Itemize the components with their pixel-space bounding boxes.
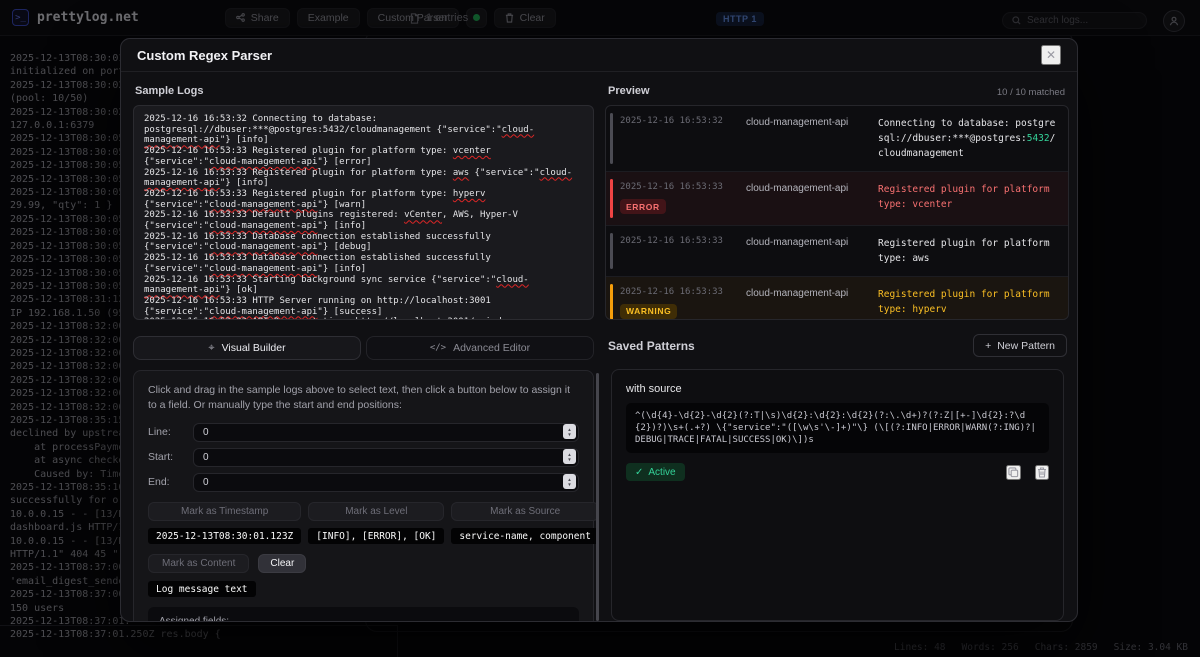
preview-label: Preview (608, 85, 650, 97)
end-stepper[interactable]: ▲▼ (563, 474, 576, 489)
tab-visual-builder-label: Visual Builder (222, 342, 286, 354)
sample-log-line: 2025-12-16 16:53:33 Registered plugin fo… (144, 168, 583, 189)
sample-log-line: 2025-12-16 16:53:33 Starting background … (144, 275, 583, 296)
level-badge: WARNING (620, 304, 677, 319)
sample-logs-box[interactable]: 2025-12-16 16:53:32 Connecting to databa… (133, 105, 594, 320)
builder-scrollbar[interactable] (596, 373, 599, 621)
mark-as-level-button[interactable]: Mark as Level (308, 502, 444, 521)
new-pattern-button[interactable]: + New Pattern (973, 334, 1067, 357)
plus-icon: + (985, 340, 991, 352)
row-timestamp: 2025-12-16 16:53:32 (620, 116, 732, 126)
code-icon: </> (430, 343, 446, 353)
timestamp-example-chip: 2025-12-13T08:30:01.123Z (148, 528, 301, 544)
preview-row: 2025-12-16 16:53:33 WARNING cloud-manageme… (606, 276, 1068, 321)
preview-matched-count: 10 / 10 matched (997, 87, 1065, 98)
source-example-chip: service-name, component (451, 528, 599, 544)
row-source: cloud-management-api (746, 287, 864, 320)
mark-as-content-button[interactable]: Mark as Content (148, 554, 249, 573)
pattern-name: with source (626, 383, 1049, 395)
line-label: Line: (148, 426, 193, 438)
assigned-fields-box: Assigned fields: ✓Timestamp (Group 1)✓Le… (148, 607, 579, 622)
row-source: cloud-management-api (746, 116, 864, 161)
sample-log-line: 2025-12-16 16:53:33 Registered plugin fo… (144, 146, 583, 167)
close-button[interactable]: ✕ (1041, 45, 1061, 65)
tab-advanced-editor-label: Advanced Editor (453, 342, 530, 354)
row-timestamp: 2025-12-16 16:53:33 (620, 236, 732, 246)
start-input[interactable] (193, 448, 579, 467)
line-stepper[interactable]: ▲▼ (563, 424, 576, 439)
saved-pattern-card: with source ^(\d{4}-\d{2}-\d{2}(?:T|\s)\… (611, 369, 1064, 621)
row-timestamp: 2025-12-16 16:53:33 (620, 287, 732, 297)
line-input[interactable] (193, 423, 579, 442)
tab-visual-builder[interactable]: ⌖ Visual Builder (133, 336, 361, 360)
sample-log-line: 2025-12-16 16:53:33 Registered plugin fo… (144, 189, 583, 210)
sample-log-line: 2025-12-16 16:53:33 HTTP Server running … (144, 296, 583, 317)
row-message: Registered plugin for platform type: vce… (878, 182, 1056, 215)
saved-patterns-label: Saved Patterns (608, 339, 695, 353)
content-example-chip: Log message text (148, 581, 256, 597)
sample-logs-label: Sample Logs (135, 85, 203, 97)
delete-pattern-button[interactable] (1035, 465, 1049, 480)
visual-builder-panel: Click and drag in the sample logs above … (133, 370, 594, 622)
row-message: Connecting to database: postgresql://dbu… (878, 116, 1056, 161)
stepper-down-icon[interactable]: ▼ (567, 482, 571, 487)
row-source: cloud-management-api (746, 182, 864, 215)
new-pattern-label: New Pattern (997, 340, 1055, 352)
severity-bar (610, 233, 613, 269)
modal-title: Custom Regex Parser (137, 48, 272, 63)
active-badge: ✓ Active (626, 463, 685, 481)
modal-header: Custom Regex Parser ✕ (121, 39, 1077, 72)
assigned-fields-label: Assigned fields: (159, 616, 568, 622)
builder-instructions: Click and drag in the sample logs above … (148, 383, 579, 413)
level-badge: ERROR (620, 199, 666, 214)
severity-bar (610, 179, 613, 218)
sample-log-line: 2025-12-16 16:53:33 Default plugins regi… (144, 210, 583, 231)
clear-selection-button[interactable]: Clear (258, 554, 306, 573)
sample-log-line: 2025-12-16 16:53:33 API Documentation: h… (144, 317, 583, 320)
row-message: Registered plugin for platform type: aws (878, 236, 1056, 266)
sample-log-line: 2025-12-16 16:53:33 Database connection … (144, 232, 583, 253)
check-icon: ✓ (635, 467, 643, 478)
sample-log-line: 2025-12-16 16:53:33 Database connection … (144, 253, 583, 274)
row-message: Registered plugin for platform type: hyp… (878, 287, 1056, 320)
visual-builder-icon: ⌖ (208, 342, 214, 355)
row-timestamp: 2025-12-16 16:53:33 (620, 182, 732, 192)
preview-list: 2025-12-16 16:53:32 cloud-management-api C… (605, 105, 1069, 320)
close-icon: ✕ (1046, 48, 1056, 62)
preview-row: 2025-12-16 16:53:32 cloud-management-api C… (606, 106, 1068, 171)
stepper-down-icon[interactable]: ▼ (567, 432, 571, 437)
mark-as-timestamp-button[interactable]: Mark as Timestamp (148, 502, 301, 521)
sample-log-line: 2025-12-16 16:53:32 Connecting to databa… (144, 114, 583, 146)
start-stepper[interactable]: ▲▼ (563, 449, 576, 464)
level-example-chip: [INFO], [ERROR], [OK] (308, 528, 444, 544)
active-label: Active (648, 467, 675, 478)
trash-icon (1037, 467, 1047, 478)
start-label: Start: (148, 451, 193, 463)
severity-bar (610, 113, 613, 164)
row-source: cloud-management-api (746, 236, 864, 266)
end-input[interactable] (193, 473, 579, 492)
tab-advanced-editor[interactable]: </> Advanced Editor (366, 336, 594, 360)
custom-regex-parser-modal: Custom Regex Parser ✕ Sample Logs 2025-1… (120, 38, 1078, 622)
pattern-regex: ^(\d{4}-\d{2}-\d{2}(?:T|\s)\d{2}:\d{2}:\… (626, 403, 1049, 453)
severity-bar (610, 284, 613, 321)
preview-row: 2025-12-16 16:53:33 ERROR cloud-management… (606, 171, 1068, 225)
copy-icon (1008, 467, 1019, 478)
end-label: End: (148, 476, 193, 488)
stepper-down-icon[interactable]: ▼ (567, 457, 571, 462)
copy-pattern-button[interactable] (1006, 465, 1021, 480)
mark-as-source-button[interactable]: Mark as Source (451, 502, 599, 521)
preview-row: 2025-12-16 16:53:33 cloud-management-api R… (606, 225, 1068, 276)
